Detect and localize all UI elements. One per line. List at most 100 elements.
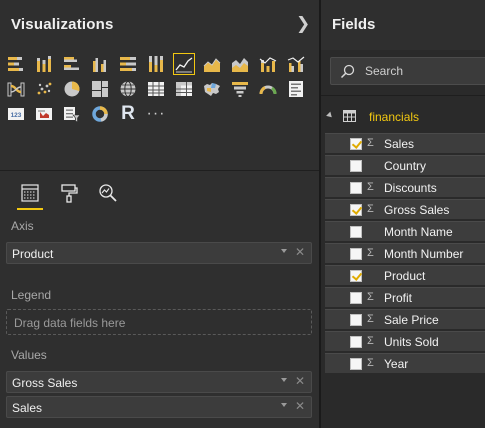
field-dropdown-caret-icon[interactable] [281, 403, 287, 407]
treemap-icon[interactable] [89, 78, 111, 100]
field-row-sale-price[interactable]: Σ Sale Price [325, 309, 485, 329]
field-row-gross-sales[interactable]: Σ Gross Sales [325, 199, 485, 219]
table-name: financials [369, 110, 420, 124]
visual-type-gallery: 123 R ··· [5, 53, 315, 128]
field-checkbox[interactable] [350, 358, 362, 370]
remove-field-icon[interactable]: ✕ [295, 245, 305, 259]
analytics-tab[interactable] [91, 176, 125, 210]
field-row-sales[interactable]: Σ Sales [325, 133, 485, 153]
fields-search-box[interactable] [330, 57, 485, 85]
stacked-area-chart-icon[interactable] [229, 53, 251, 75]
stacked-column-chart-icon[interactable] [33, 53, 55, 75]
treemap-icon-glyph [92, 81, 108, 97]
stacked-bar-chart-icon-glyph [8, 57, 23, 71]
field-dropdown-caret-icon[interactable] [281, 378, 287, 382]
r-visual-icon[interactable]: R [117, 103, 139, 125]
values-field-pill[interactable]: Sales ✕ [6, 396, 312, 418]
paint-roller-icon [61, 184, 78, 203]
line-and-stacked-column-icon-glyph [259, 57, 277, 72]
sigma-icon: Σ [367, 335, 374, 347]
svg-text:123: 123 [11, 112, 22, 119]
line-chart-icon[interactable] [173, 53, 195, 75]
field-checkbox[interactable] [350, 314, 362, 326]
clustered-column-chart-icon-glyph [93, 58, 106, 72]
field-row-profit[interactable]: Σ Profit [325, 287, 485, 307]
gallery-divider [0, 170, 319, 171]
table-icon[interactable] [145, 78, 167, 100]
filled-map-icon[interactable] [201, 78, 223, 100]
kpi-icon-glyph [36, 108, 52, 120]
field-row-discounts[interactable]: Σ Discounts [325, 177, 485, 197]
line-and-stacked-column-icon[interactable] [257, 53, 279, 75]
donut-chart-icon[interactable] [89, 103, 111, 125]
area-chart-icon[interactable] [201, 53, 223, 75]
search-input[interactable] [365, 63, 475, 79]
100-stacked-bar-chart-icon[interactable] [117, 53, 139, 75]
clustered-bar-chart-icon[interactable] [61, 53, 83, 75]
100-stacked-column-chart-icon[interactable] [145, 53, 167, 75]
remove-field-icon[interactable]: ✕ [295, 374, 305, 388]
donut-chart-icon-glyph [92, 106, 108, 122]
legend-drop-zone[interactable]: Drag data fields here [6, 309, 312, 335]
card-icon-glyph: 123 [8, 108, 24, 120]
field-row-product[interactable]: Product [325, 265, 485, 285]
field-label: Discounts [384, 181, 437, 195]
kpi-icon[interactable] [33, 103, 55, 125]
expand-collapse-icon[interactable] [326, 111, 334, 120]
remove-field-icon[interactable]: ✕ [295, 399, 305, 413]
slicer-icon[interactable] [61, 103, 83, 125]
table-node-financials[interactable]: financials [321, 107, 485, 127]
filled-map-icon-glyph [204, 83, 220, 96]
field-row-country[interactable]: Country [325, 155, 485, 175]
field-dropdown-caret-icon[interactable] [281, 249, 287, 253]
values-field-name: Gross Sales [12, 376, 78, 390]
field-row-units-sold[interactable]: Σ Units Sold [325, 331, 485, 351]
pie-chart-icon[interactable] [61, 78, 83, 100]
funnel-icon[interactable] [229, 78, 251, 100]
axis-well-label: Axis [11, 219, 34, 233]
more-visuals-icon[interactable]: ··· [145, 103, 167, 125]
clustered-column-chart-icon[interactable] [89, 53, 111, 75]
field-row-month-number[interactable]: Σ Month Number [325, 243, 485, 263]
field-label: Country [384, 159, 427, 173]
field-checkbox[interactable] [350, 292, 362, 304]
field-row-month-name[interactable]: Month Name [325, 221, 485, 241]
visualizations-header: Visualizations ❯ [0, 0, 319, 50]
field-label: Sales [384, 137, 415, 151]
fields-tab[interactable] [13, 176, 47, 210]
format-tab[interactable] [52, 176, 86, 210]
line-and-clustered-column-icon[interactable] [285, 53, 307, 75]
field-checkbox[interactable] [350, 336, 362, 348]
visual-gallery-row [5, 53, 315, 77]
field-checkbox[interactable] [350, 204, 362, 216]
visual-gallery-row: 123 R ··· [5, 103, 315, 127]
clustered-bar-chart-icon-glyph [64, 57, 79, 70]
axis-field-name: Product [12, 247, 54, 261]
field-checkbox[interactable] [350, 270, 362, 282]
card-icon[interactable]: 123 [5, 103, 27, 125]
field-checkbox[interactable] [350, 248, 362, 260]
collapse-pane-chevron-icon[interactable]: ❯ [296, 15, 310, 33]
globe-map-icon[interactable] [117, 78, 139, 100]
values-field-pill[interactable]: Gross Sales ✕ [6, 371, 312, 393]
stacked-bar-chart-icon[interactable] [5, 53, 27, 75]
field-row-year[interactable]: Σ Year [325, 353, 485, 373]
ribbon-chart-icon[interactable] [5, 78, 27, 100]
matrix-icon[interactable] [173, 78, 195, 100]
field-checkbox[interactable] [350, 182, 362, 194]
fields-well-icon [21, 184, 39, 202]
field-label: Year [384, 357, 409, 371]
analytics-magnifier-icon [99, 184, 117, 202]
scatter-chart-icon[interactable] [33, 78, 55, 100]
100-stacked-bar-chart-icon-glyph [120, 57, 136, 71]
axis-field-pill[interactable]: Product ✕ [6, 242, 312, 264]
fields-title: Fields [332, 16, 376, 33]
field-checkbox[interactable] [350, 138, 362, 150]
field-checkbox[interactable] [350, 226, 362, 238]
field-label: Gross Sales [384, 203, 450, 217]
search-icon [340, 64, 355, 79]
gauge-icon-glyph [259, 85, 277, 95]
multi-row-card-icon[interactable] [285, 78, 307, 100]
gauge-icon[interactable] [257, 78, 279, 100]
field-checkbox[interactable] [350, 160, 362, 172]
